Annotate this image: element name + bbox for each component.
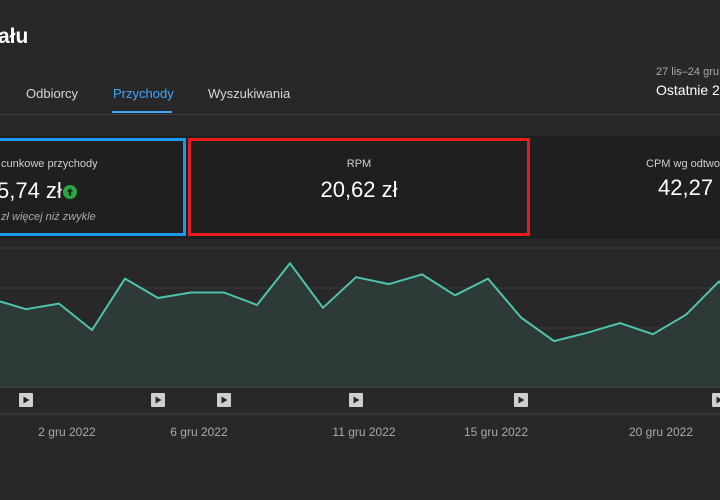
metric-card-title: RPM xyxy=(346,158,372,170)
video-marker-icon[interactable] xyxy=(514,393,528,407)
metric-card-title: CPM wg odtwo xyxy=(646,158,720,170)
tab-audience[interactable]: Odbiorcy xyxy=(26,86,78,101)
x-tick-label: 6 gru 2022 xyxy=(170,425,228,439)
tabs-divider xyxy=(0,114,720,115)
x-tick-label: 11 gru 2022 xyxy=(332,425,395,439)
page-title: ału xyxy=(0,25,29,48)
date-range-selector[interactable]: Ostatnie 28 xyxy=(656,82,720,98)
arrow-up-circle-icon xyxy=(63,185,77,199)
active-tab-indicator xyxy=(112,111,172,113)
x-tick-label: 15 gru 2022 xyxy=(464,425,528,439)
metric-card-revenue[interactable]: cunkowe przychody 5,74 zł zł więcej niż … xyxy=(0,138,186,236)
video-marker-icon[interactable] xyxy=(712,393,720,407)
date-range-text[interactable]: 27 lis–24 gru xyxy=(656,66,719,78)
metric-card-value: 42,27 z xyxy=(658,175,720,200)
revenue-line-chart: 2 gru 2022 6 gru 2022 11 gru 2022 15 gru 20… xyxy=(0,247,720,439)
x-tick-label: 20 gru 2022 xyxy=(629,425,693,439)
video-marker-icon[interactable] xyxy=(349,393,363,407)
metric-card-value: 5,74 zł xyxy=(0,178,62,203)
metric-card-value: 20,62 zł xyxy=(320,177,398,202)
video-marker-icon[interactable] xyxy=(19,393,33,407)
metric-card-title: cunkowe przychody xyxy=(1,158,98,170)
x-tick-label: 2 gru 2022 xyxy=(38,425,96,439)
video-marker-icon[interactable] xyxy=(217,393,231,407)
metric-card-note: zł więcej niż zwykle xyxy=(1,211,96,223)
video-marker-icon[interactable] xyxy=(151,393,165,407)
tab-search[interactable]: Wyszukiwania xyxy=(208,86,290,101)
metric-card-cpm[interactable]: CPM wg odtwo 42,27 z xyxy=(540,138,720,236)
tab-revenue[interactable]: Przychody xyxy=(113,86,174,101)
metric-card-rpm[interactable]: RPM 20,62 zł xyxy=(188,138,530,236)
